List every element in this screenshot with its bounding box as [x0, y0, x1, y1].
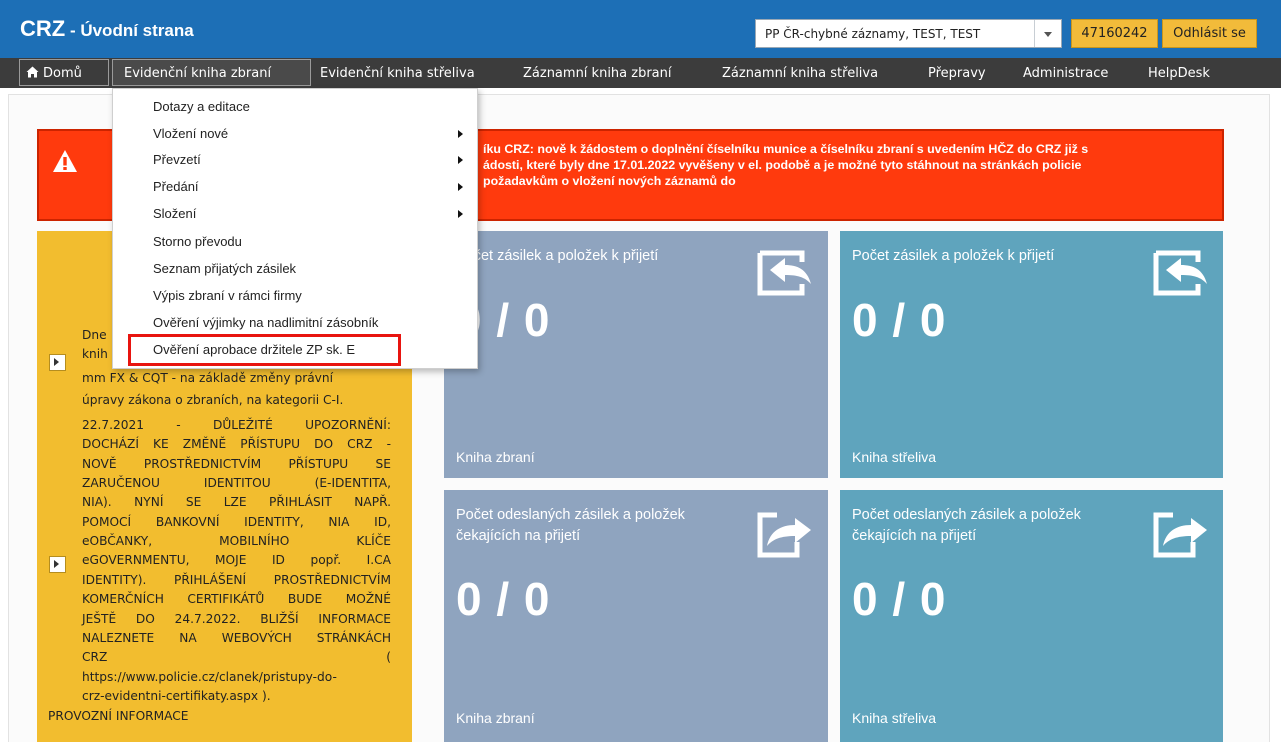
news-line: NALEZNETE NA WEBOVÝCH STRÁNKÁCH — [82, 630, 391, 645]
alert-line: íku CRZ: nově k žádostem o doplnění číse… — [483, 142, 1089, 156]
nav-item-home[interactable]: Domů — [19, 59, 109, 86]
tile-label: Kniha zbraní — [456, 449, 535, 465]
chevron-down-icon — [1044, 32, 1052, 37]
tile-value: 0 / 0 — [852, 294, 947, 346]
outbox-forward-icon — [757, 512, 811, 558]
menu-item-storno-prevodu[interactable]: Storno převodu — [153, 234, 242, 249]
news-line: CRZ ( — [82, 650, 391, 665]
nav-item-prepravy[interactable]: Přepravy — [928, 60, 986, 87]
tile-label: Kniha střeliva — [852, 710, 937, 726]
highlight-box — [128, 334, 401, 366]
alert-line: požadavkům o vložení nových záznamů do — [483, 174, 736, 188]
brand-name: CRZ — [20, 16, 66, 41]
news-line: DOCHÁZÍ KE ZMĚNĚ PŘÍSTUPU DO CRZ - — [82, 437, 391, 452]
tile-outgoing-weapons[interactable]: Počet odeslaných zásilek a položek čekaj… — [444, 490, 828, 742]
tile-title: Počet zásilek a položek k přijetí — [456, 248, 659, 264]
news-line: POMOCÍ BANKOVNÍ IDENTITY, NIA ID, — [82, 514, 391, 529]
tile-label: Kniha zbraní — [456, 710, 535, 726]
main-nav: Domů Evidenční kniha zbraní Evidenční kn… — [0, 58, 1281, 88]
tile-title: Počet zásilek a položek k přijetí — [852, 248, 1055, 264]
menu-item-vypis-zbrani-v-ramci-firmy[interactable]: Výpis zbraní v rámci firmy — [153, 288, 302, 303]
news-line: úpravy zákona o zbraních, na kategorii C… — [82, 393, 344, 407]
submenu-arrow-icon — [458, 210, 463, 218]
logout-button[interactable]: Odhlásit se — [1162, 19, 1257, 48]
menu-item-slozeni[interactable]: Složení — [153, 206, 196, 221]
menu-item-overeni-vyjimky[interactable]: Ověření výjimky na nadlimitní zásobník — [153, 315, 378, 330]
news-line: JEŠTĚ DO 24.7.2022. BLIŽŠÍ INFORMACE — [82, 611, 391, 626]
select-toggle[interactable] — [1034, 20, 1061, 47]
menu-item-dotazy-a-editace[interactable]: Dotazy a editace — [153, 99, 250, 114]
nav-item-evidencni-kniha-streliva[interactable]: Evidenční kniha střeliva — [320, 60, 475, 87]
menu-item-vlozeni-nove[interactable]: Vložení nové — [153, 126, 228, 141]
nav-home-label: Domů — [43, 66, 82, 81]
news-line: NIA). NYNÍ SE LZE PŘIHLÁSIT NAPŘ. — [82, 495, 391, 510]
user-context-value: PP ČR-chybné záznamy, TEST, TEST — [765, 27, 981, 41]
news-footer: PROVOZNÍ INFORMACE — [48, 709, 189, 723]
tile-title: Počet odeslaných zásilek a položek čekaj… — [852, 507, 1081, 544]
tile-value: 0 / 0 — [852, 573, 947, 625]
submenu-arrow-icon — [458, 156, 463, 164]
user-id-badge: 47160242 — [1071, 19, 1158, 48]
submenu-arrow-icon — [458, 130, 463, 138]
outbox-forward-icon — [1153, 512, 1207, 558]
news-line: KOMERČNÍCH CERTIFIKÁTŮ BUDE MOŽNÉ — [82, 592, 391, 607]
news-line: eOBČANKY, MOBILNÍHO KLÍČE — [82, 534, 391, 549]
nav-item-helpdesk[interactable]: HelpDesk — [1148, 60, 1210, 87]
tile-label: Kniha střeliva — [852, 449, 937, 465]
house-icon — [26, 66, 39, 78]
tile-value: 0 / 0 — [456, 573, 551, 625]
tile-incoming-weapons[interactable]: Počet zásilek a položek k přijetí 0 / 0 … — [444, 231, 828, 478]
news-next-button[interactable] — [49, 556, 66, 573]
news-prev-button[interactable] — [49, 354, 66, 371]
menu-item-seznam-prijatych-zasilek[interactable]: Seznam přijatých zásilek — [153, 261, 296, 276]
page: CRZ - Úvodní strana PP ČR-chybné záznamy… — [0, 0, 1281, 742]
news-line: crz-evidentni-certifikaty.aspx ). — [82, 688, 271, 703]
page-title: - Úvodní strana — [65, 21, 194, 40]
chevron-right-icon — [54, 560, 59, 568]
news-line: https://www.policie.cz/clanek/pristupy-d… — [82, 669, 337, 684]
nav-item-zaznamni-kniha-zbrani[interactable]: Záznamní kniha zbraní — [523, 60, 672, 87]
tile-title: Počet odeslaných zásilek a položek čekaj… — [456, 507, 685, 544]
news-line: knih — [82, 347, 108, 361]
inbox-reply-icon — [757, 250, 811, 296]
news-line: eGOVERNMENTU, MOJE ID popř. I.CA — [82, 553, 391, 568]
nav-item-evidencni-kniha-zbrani[interactable]: Evidenční kniha zbraní — [112, 59, 311, 86]
menu-item-prevzeti[interactable]: Převzetí — [153, 152, 201, 167]
chevron-right-icon — [54, 358, 59, 366]
news-line: Dne — [82, 328, 107, 342]
news-line: 22.7.2021 - DŮLEŽITÉ UPOZORNĚNÍ: — [82, 418, 391, 432]
nav-item-zaznamni-kniha-streliva[interactable]: Záznamní kniha střeliva — [722, 60, 878, 87]
app-title: CRZ - Úvodní strana — [20, 16, 194, 42]
news-line: IDENTITY). PŘIHLÁŠENÍ PROSTŘEDNICTVÍM — [82, 572, 391, 587]
inbox-reply-icon — [1153, 250, 1207, 296]
news-line: ZARUČENOU IDENTITOU (E-IDENTITA, — [82, 476, 391, 491]
news-line: NOVĚ PROSTŘEDNICTVÍM PŘÍSTUPU SE — [82, 456, 391, 471]
submenu-arrow-icon — [458, 183, 463, 191]
tile-outgoing-ammo[interactable]: Počet odeslaných zásilek a položek čekaj… — [840, 490, 1223, 742]
warning-triangle-icon — [53, 150, 77, 172]
evidencni-kniha-zbrani-menu: Dotazy a editace Vložení nové Převzetí P… — [112, 88, 478, 369]
user-context-select[interactable]: PP ČR-chybné záznamy, TEST, TEST — [755, 19, 1062, 48]
nav-item-administrace[interactable]: Administrace — [1023, 60, 1108, 87]
alert-line: ádosti, které byly dne 17.01.2022 vyvěše… — [483, 158, 1082, 172]
tile-incoming-ammo[interactable]: Počet zásilek a položek k přijetí 0 / 0 … — [840, 231, 1223, 478]
header-bar: CRZ - Úvodní strana PP ČR-chybné záznamy… — [0, 0, 1281, 58]
news-line: mm FX & CQT - na základě změny právní — [82, 371, 333, 385]
alert-text: íku CRZ: nově k žádostem o doplnění číse… — [483, 141, 1223, 189]
menu-item-predani[interactable]: Předání — [153, 179, 199, 194]
